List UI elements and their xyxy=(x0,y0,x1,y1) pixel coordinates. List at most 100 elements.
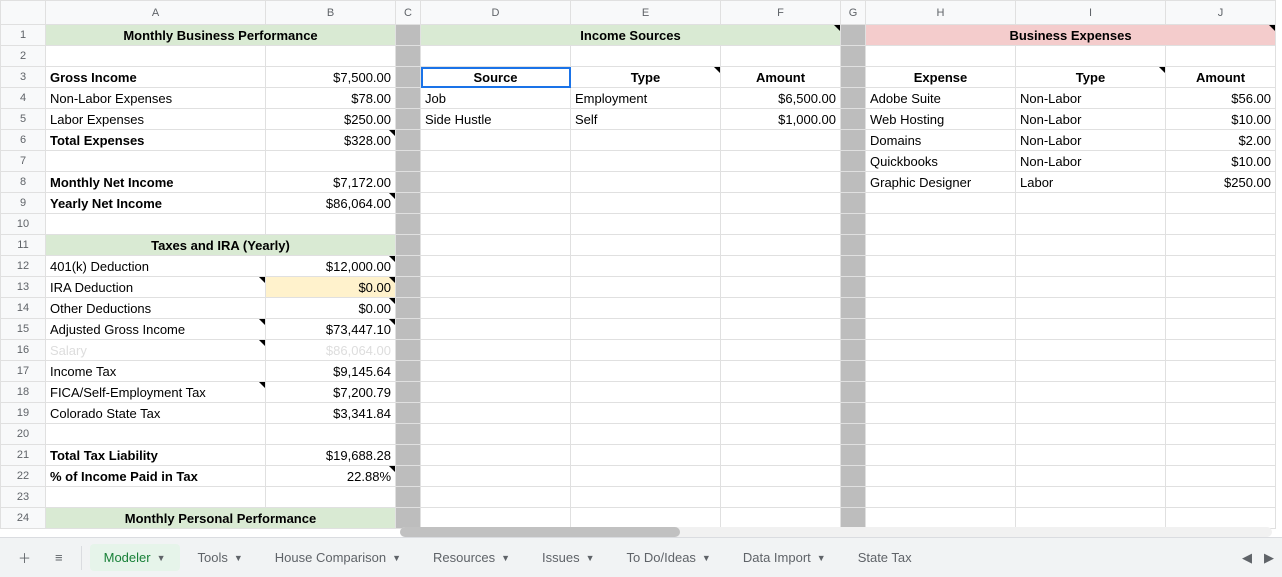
col-hdr-C[interactable]: C xyxy=(396,1,421,25)
label-income-tax[interactable]: Income Tax xyxy=(46,361,266,382)
column-headers[interactable]: A B C D E F G H I J xyxy=(1,1,1276,25)
label-total-exp[interactable]: Total Expenses xyxy=(46,130,266,151)
row-hdr-11[interactable]: 11 xyxy=(1,235,46,256)
income-type-0[interactable]: Employment xyxy=(571,88,721,109)
hdr-expense[interactable]: Expense xyxy=(866,67,1016,88)
col-hdr-A[interactable]: A xyxy=(46,1,266,25)
section-business-expenses[interactable]: Business Expenses xyxy=(866,25,1276,46)
label-total-tax[interactable]: Total Tax Liability xyxy=(46,445,266,466)
expense-amt-0[interactable]: $56.00 xyxy=(1166,88,1276,109)
col-hdr-H[interactable]: H xyxy=(866,1,1016,25)
tab-house-comparison[interactable]: House Comparison▼ xyxy=(261,544,415,571)
label-ira[interactable]: IRA Deduction xyxy=(46,277,266,298)
row-hdr-5[interactable]: 5 xyxy=(1,109,46,130)
label-401k[interactable]: 401(k) Deduction xyxy=(46,256,266,277)
val-monthly-net[interactable]: $7,172.00 xyxy=(266,172,396,193)
row-hdr-24[interactable]: 24 xyxy=(1,508,46,529)
label-other-ded[interactable]: Other Deductions xyxy=(46,298,266,319)
label-salary[interactable]: Salary xyxy=(46,340,266,361)
add-sheet-button[interactable]: ＋ xyxy=(8,542,41,573)
row-hdr-15[interactable]: 15 xyxy=(1,319,46,340)
row-hdr-21[interactable]: 21 xyxy=(1,445,46,466)
label-agi[interactable]: Adjusted Gross Income xyxy=(46,319,266,340)
val-salary[interactable]: $86,064.00 xyxy=(266,340,396,361)
tab-issues[interactable]: Issues▼ xyxy=(528,544,609,571)
expense-type-0[interactable]: Non-Labor xyxy=(1016,88,1166,109)
val-agi[interactable]: $73,447.10 xyxy=(266,319,396,340)
val-state-tax[interactable]: $3,341.84 xyxy=(266,403,396,424)
expense-type-1[interactable]: Non-Labor xyxy=(1016,109,1166,130)
scroll-left-icon[interactable]: ◀ xyxy=(1242,550,1252,566)
row-hdr-3[interactable]: 3 xyxy=(1,67,46,88)
col-hdr-I[interactable]: I xyxy=(1016,1,1166,25)
hdr-type[interactable]: Type xyxy=(571,67,721,88)
row-hdr-8[interactable]: 8 xyxy=(1,172,46,193)
section-monthly-personal[interactable]: Monthly Personal Performance xyxy=(46,508,396,529)
section-income-sources[interactable]: Income Sources xyxy=(421,25,841,46)
tab-modeler[interactable]: Modeler▼ xyxy=(90,544,180,571)
hdr-exp-amount[interactable]: Amount xyxy=(1166,67,1276,88)
income-amt-1[interactable]: $1,000.00 xyxy=(721,109,841,130)
label-labor[interactable]: Labor Expenses xyxy=(46,109,266,130)
tab-resources[interactable]: Resources▼ xyxy=(419,544,524,571)
val-nonlabor[interactable]: $78.00 xyxy=(266,88,396,109)
expense-amt-4[interactable]: $250.00 xyxy=(1166,172,1276,193)
income-source-0[interactable]: Job xyxy=(421,88,571,109)
val-labor[interactable]: $250.00 xyxy=(266,109,396,130)
expense-name-0[interactable]: Adobe Suite xyxy=(866,88,1016,109)
income-source-1[interactable]: Side Hustle xyxy=(421,109,571,130)
row-hdr-2[interactable]: 2 xyxy=(1,46,46,67)
val-total-tax[interactable]: $19,688.28 xyxy=(266,445,396,466)
all-sheets-button[interactable]: ≡ xyxy=(45,544,73,571)
row-hdr-23[interactable]: 23 xyxy=(1,487,46,508)
col-hdr-D[interactable]: D xyxy=(421,1,571,25)
tab-tools[interactable]: Tools▼ xyxy=(184,544,257,571)
row-hdr-1[interactable]: 1 xyxy=(1,25,46,46)
label-nonlabor[interactable]: Non-Labor Expenses xyxy=(46,88,266,109)
row-hdr-18[interactable]: 18 xyxy=(1,382,46,403)
tab-state-tax[interactable]: State Tax xyxy=(844,544,926,571)
val-gross-income[interactable]: $7,500.00 xyxy=(266,67,396,88)
col-hdr-G[interactable]: G xyxy=(841,1,866,25)
row-hdr-6[interactable]: 6 xyxy=(1,130,46,151)
col-hdr-B[interactable]: B xyxy=(266,1,396,25)
spreadsheet-grid[interactable]: A B C D E F G H I J 1 Monthly Business P… xyxy=(0,0,1282,529)
expense-type-2[interactable]: Non-Labor xyxy=(1016,130,1166,151)
expense-name-1[interactable]: Web Hosting xyxy=(866,109,1016,130)
label-yearly-net[interactable]: Yearly Net Income xyxy=(46,193,266,214)
tab-todo-ideas[interactable]: To Do/Ideas▼ xyxy=(613,544,725,571)
section-monthly-business[interactable]: Monthly Business Performance xyxy=(46,25,396,46)
col-hdr-F[interactable]: F xyxy=(721,1,841,25)
val-fica[interactable]: $7,200.79 xyxy=(266,382,396,403)
label-gross-income[interactable]: Gross Income xyxy=(46,67,266,88)
row-hdr-12[interactable]: 12 xyxy=(1,256,46,277)
row-hdr-22[interactable]: 22 xyxy=(1,466,46,487)
label-pct-tax[interactable]: % of Income Paid in Tax xyxy=(46,466,266,487)
row-hdr-19[interactable]: 19 xyxy=(1,403,46,424)
val-income-tax[interactable]: $9,145.64 xyxy=(266,361,396,382)
hdr-source[interactable]: Source xyxy=(421,67,571,88)
expense-name-3[interactable]: Quickbooks xyxy=(866,151,1016,172)
tab-data-import[interactable]: Data Import▼ xyxy=(729,544,840,571)
col-hdr-J[interactable]: J xyxy=(1166,1,1276,25)
expense-name-4[interactable]: Graphic Designer xyxy=(866,172,1016,193)
scrollbar-thumb[interactable] xyxy=(400,527,680,537)
row-hdr-17[interactable]: 17 xyxy=(1,361,46,382)
expense-amt-1[interactable]: $10.00 xyxy=(1166,109,1276,130)
label-monthly-net[interactable]: Monthly Net Income xyxy=(46,172,266,193)
val-401k[interactable]: $12,000.00 xyxy=(266,256,396,277)
hdr-amount[interactable]: Amount xyxy=(721,67,841,88)
expense-amt-3[interactable]: $10.00 xyxy=(1166,151,1276,172)
expense-amt-2[interactable]: $2.00 xyxy=(1166,130,1276,151)
val-pct-tax[interactable]: 22.88% xyxy=(266,466,396,487)
income-amt-0[interactable]: $6,500.00 xyxy=(721,88,841,109)
hdr-exp-type[interactable]: Type xyxy=(1016,67,1166,88)
income-type-1[interactable]: Self xyxy=(571,109,721,130)
row-hdr-9[interactable]: 9 xyxy=(1,193,46,214)
row-hdr-4[interactable]: 4 xyxy=(1,88,46,109)
col-hdr-E[interactable]: E xyxy=(571,1,721,25)
expense-type-3[interactable]: Non-Labor xyxy=(1016,151,1166,172)
val-yearly-net[interactable]: $86,064.00 xyxy=(266,193,396,214)
row-hdr-7[interactable]: 7 xyxy=(1,151,46,172)
horizontal-scrollbar[interactable] xyxy=(400,527,1272,537)
